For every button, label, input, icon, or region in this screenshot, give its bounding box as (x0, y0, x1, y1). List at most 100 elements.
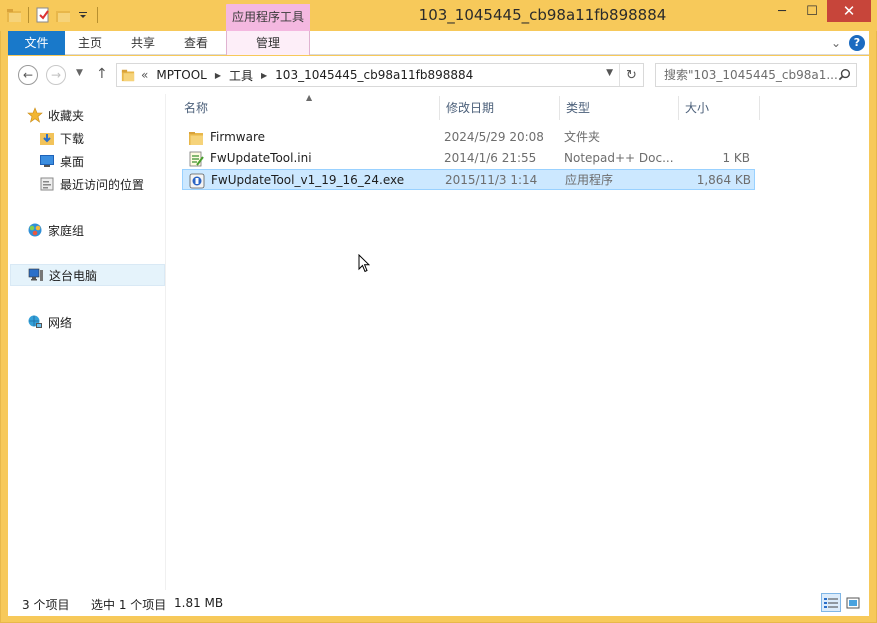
nav-network[interactable]: 网络 (26, 311, 72, 333)
search-input[interactable]: 搜索"103_1045445_cb98a1... (655, 63, 857, 87)
ini-file-icon (188, 151, 204, 167)
column-header-type[interactable]: 类型 (566, 96, 676, 120)
column-header-name[interactable]: 名称 (184, 96, 434, 120)
view-switcher (821, 593, 863, 612)
new-folder-icon[interactable] (55, 6, 71, 24)
file-name-cell: FwUpdateTool_v1_19_16_24.exe (189, 170, 439, 191)
computer-icon (27, 267, 45, 283)
file-name: FwUpdateTool_v1_19_16_24.exe (211, 173, 405, 187)
desktop-icon (38, 153, 56, 169)
file-name-cell: Firmware (188, 127, 438, 148)
column-header-date[interactable]: 修改日期 (446, 96, 556, 120)
title-bar: 应用程序工具 103_1045445_cb98a11fb898884 ─ ☐ ✕ (0, 0, 877, 31)
breadcrumb-separator-icon[interactable]: ▶ (215, 71, 221, 80)
nav-downloads[interactable]: 下载 (38, 127, 84, 149)
column-divider[interactable] (759, 96, 760, 120)
tab-view[interactable]: 查看 (176, 31, 216, 55)
file-size: 1 KB (722, 151, 750, 165)
item-count: 3 个项目 (22, 598, 70, 612)
details-view-icon[interactable] (821, 593, 841, 612)
nav-label: 这台电脑 (49, 268, 98, 283)
recent-locations-dropdown-icon[interactable]: ▼ (76, 68, 83, 78)
file-name: FwUpdateTool.ini (210, 151, 312, 165)
exe-file-icon (189, 173, 205, 189)
explorer-body: 收藏夹 下载 桌面 最近访问的位置 家庭组 这台电脑 网络 ▲ 名称 修改日期 … (8, 93, 869, 590)
file-name-cell: FwUpdateTool.ini (188, 148, 438, 169)
nav-label: 家庭组 (48, 223, 85, 238)
search-placeholder: 搜索"103_1045445_cb98a1... (664, 68, 838, 82)
column-divider[interactable] (559, 96, 560, 120)
nav-label: 网络 (48, 315, 73, 330)
quick-access-toolbar (6, 6, 100, 24)
toolbar-divider (28, 7, 29, 23)
nav-label: 下载 (60, 131, 85, 146)
tab-file[interactable]: 文件 (8, 31, 65, 55)
file-size (682, 127, 750, 148)
nav-homegroup[interactable]: 家庭组 (26, 219, 84, 241)
tab-manage[interactable]: 管理 (226, 31, 310, 55)
minimize-button[interactable]: ─ (767, 0, 797, 22)
up-button[interactable]: ↑ (96, 66, 108, 82)
selection-size: 1.81 MB (174, 596, 224, 610)
column-header-size[interactable]: 大小 (685, 96, 755, 120)
selection-count: 选中 1 个项目 (91, 598, 167, 612)
ribbon-tabs: 文件 主页 共享 查看 管理 ⌄ ? (8, 31, 869, 55)
large-icons-view-icon[interactable] (843, 593, 863, 612)
folder-icon (121, 68, 135, 82)
help-icon[interactable]: ? (849, 35, 865, 51)
file-type: Notepad++ Doc... (564, 151, 674, 165)
star-icon (26, 107, 44, 123)
file-row[interactable]: FwUpdateTool.ini 2014/1/6 21:55 Notepad+… (182, 148, 755, 169)
folder-icon[interactable] (6, 6, 22, 24)
breadcrumb-overflow[interactable]: « (141, 68, 148, 82)
nav-label: 收藏夹 (48, 108, 85, 123)
file-name: Firmware (210, 130, 265, 144)
breadcrumb-tools[interactable]: 工具 (229, 67, 253, 84)
mouse-cursor-icon (358, 253, 371, 276)
maximize-button[interactable]: ☐ (797, 0, 827, 22)
window-title: 103_1045445_cb98a11fb898884 (418, 6, 667, 24)
breadcrumb-mptool[interactable]: MPTOOL (156, 68, 207, 82)
file-date: 2014/1/6 21:55 (444, 151, 537, 165)
nav-recent-places[interactable]: 最近访问的位置 (38, 173, 144, 195)
address-bar[interactable]: « MPTOOL ▶ 工具 ▶ 103_1045445_cb98a11fb898… (116, 63, 644, 87)
nav-label: 最近访问的位置 (60, 177, 145, 192)
properties-icon[interactable] (35, 6, 51, 24)
breadcrumb-current[interactable]: 103_1045445_cb98a11fb898884 (275, 68, 473, 82)
forward-button[interactable]: → (46, 65, 66, 85)
file-type: 文件夹 (564, 130, 601, 144)
download-folder-icon (38, 130, 56, 146)
tab-share[interactable]: 共享 (123, 31, 163, 55)
recent-places-icon (38, 176, 56, 192)
file-list-pane: ▲ 名称 修改日期 类型 大小 Firmware 2024/5/29 20:08… (166, 93, 869, 590)
network-icon (26, 314, 44, 330)
status-bar: 3 个项目 选中 1 个项目 1.81 MB (8, 590, 869, 616)
nav-label: 桌面 (60, 154, 85, 169)
tab-home[interactable]: 主页 (70, 31, 110, 55)
file-size: 1,864 KB (696, 173, 751, 187)
address-history-dropdown-icon[interactable]: ▼ (606, 68, 613, 78)
nav-desktop[interactable]: 桌面 (38, 150, 84, 172)
file-date: 2015/11/3 1:14 (445, 173, 538, 187)
file-row[interactable]: Firmware 2024/5/29 20:08 文件夹 (182, 127, 755, 148)
customize-toolbar-icon[interactable] (75, 6, 91, 24)
toolbar-divider (97, 7, 98, 23)
nav-this-pc[interactable]: 这台电脑 (10, 264, 165, 286)
column-divider[interactable] (439, 96, 440, 120)
breadcrumb-separator-icon[interactable]: ▶ (261, 71, 267, 80)
column-divider[interactable] (678, 96, 679, 120)
close-button[interactable]: ✕ (827, 0, 871, 22)
search-icon[interactable] (838, 67, 851, 86)
file-row-selected[interactable]: FwUpdateTool_v1_19_16_24.exe 2015/11/3 1… (182, 169, 755, 190)
refresh-button[interactable]: ↻ (619, 64, 643, 86)
context-tab-group-label: 应用程序工具 (226, 4, 310, 31)
ribbon-expand-icon[interactable]: ⌄ (831, 36, 841, 50)
file-type: 应用程序 (565, 173, 614, 187)
back-button[interactable]: ← (18, 65, 38, 85)
file-date: 2024/5/29 20:08 (444, 130, 544, 144)
navigation-pane: 收藏夹 下载 桌面 最近访问的位置 家庭组 这台电脑 网络 (8, 94, 166, 590)
nav-favorites[interactable]: 收藏夹 (26, 104, 84, 126)
homegroup-icon (26, 222, 44, 238)
window-controls: ─ ☐ ✕ (767, 0, 871, 22)
navigation-bar: ← → ▼ ↑ « MPTOOL ▶ 工具 ▶ 103_1045445_cb98… (8, 56, 869, 94)
